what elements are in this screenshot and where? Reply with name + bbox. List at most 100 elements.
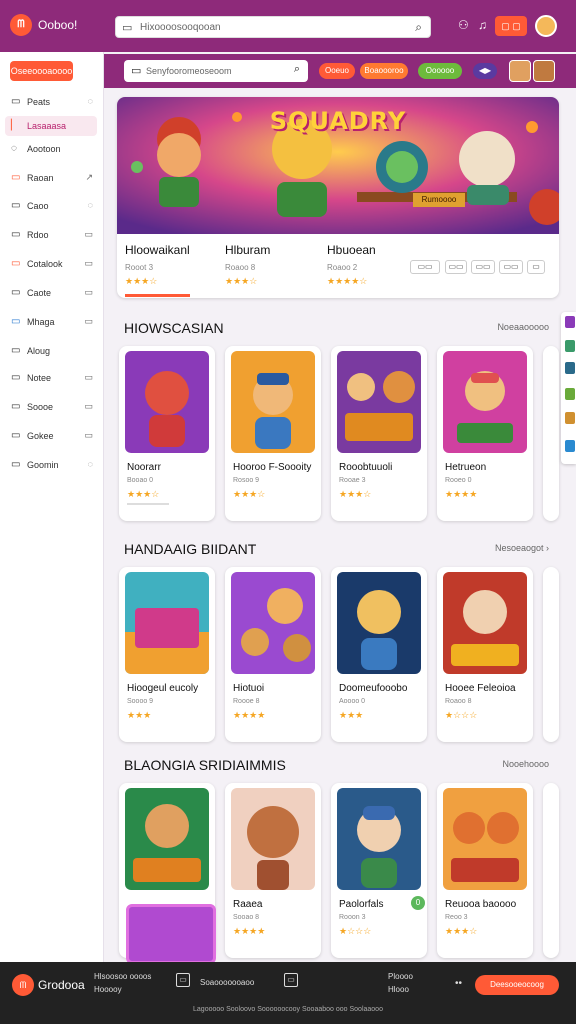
game-card[interactable]: Hooee Feleoioa Roaoo 8 ★☆☆☆ bbox=[437, 567, 533, 742]
sidebar-item-caote[interactable]: ▭ Caote ▭ bbox=[5, 283, 97, 303]
side-shortcut-panel[interactable] bbox=[561, 312, 576, 464]
see-more-link[interactable]: Nesoeaogot › bbox=[495, 543, 549, 553]
sidebar-item-label: Caote bbox=[27, 288, 52, 298]
footer-cta-button[interactable]: Deesooeocoog bbox=[475, 975, 559, 995]
sidebar-item-label: Lasaaasa bbox=[27, 121, 67, 131]
featured-action-button[interactable]: ▭▭ bbox=[410, 260, 440, 274]
more-icon[interactable]: •• bbox=[455, 978, 462, 989]
featured-action-button[interactable]: ▭▭ bbox=[471, 260, 495, 274]
sidebar-item-goomin[interactable]: ▭ Goomin ◌ bbox=[5, 455, 97, 475]
footer-logo[interactable]: ᗰ bbox=[12, 974, 34, 996]
chevron-icon: ▭ bbox=[84, 430, 93, 440]
sidebar-item-cotalook[interactable]: ▭ Cotalook ▭ bbox=[5, 254, 97, 274]
game-card[interactable]: Noorarr Booao 0 ★★★☆ bbox=[119, 346, 215, 521]
game-card[interactable]: Hooroo F-Soooity Rosoo 9 ★★★☆ bbox=[225, 346, 321, 521]
game-card[interactable]: Doomeufooobo Aoooo 0 ★★★ bbox=[331, 567, 427, 742]
magnifier-icon[interactable]: ⌕ bbox=[294, 63, 300, 76]
content-search-input[interactable]: ▭ Senyfooromeoseoom ⌕ bbox=[124, 60, 308, 82]
game-subtitle: Reoo 3 bbox=[445, 914, 468, 921]
featured-action-button[interactable]: ▭▭ bbox=[445, 260, 467, 274]
phone-icon[interactable]: ▭ bbox=[284, 973, 298, 987]
rating-stars: ★★★★☆ bbox=[327, 276, 368, 286]
store-icon[interactable]: ▭ bbox=[176, 973, 190, 987]
game-card[interactable]: Rooobtuuoli Rooae 3 ★★★☆ bbox=[331, 346, 427, 521]
sidebar-item-raoan[interactable]: ▭ Raoan ↗ bbox=[5, 168, 97, 188]
folder-icon: ▭ bbox=[11, 96, 21, 107]
game-card[interactable]: Raaea Sooao 8 ★★★★ bbox=[225, 783, 321, 958]
game-subtitle: Roaoo 8 bbox=[445, 698, 472, 705]
sidebar-item-gokee[interactable]: ▭ Gokee ▭ bbox=[5, 426, 97, 446]
app-name: Ooboo! bbox=[38, 18, 78, 32]
shortcut-icon[interactable] bbox=[565, 362, 575, 374]
sidebar-item-rdoo[interactable]: ▭ Rdoo ▭ bbox=[5, 225, 97, 245]
game-title: Rooobtuuoli bbox=[339, 462, 393, 473]
top-action-button[interactable]: ▢ ▢ bbox=[495, 16, 527, 36]
featured-item-sub: Rooot 3 bbox=[125, 263, 154, 272]
sidebar-item-mhaga[interactable]: ▭ Mhaga ▭ bbox=[5, 312, 97, 332]
featured-banner[interactable]: SQUADRY Rumoooo Hloowaikanl Rooot 3 ★★★☆ H… bbox=[117, 97, 559, 298]
sidebar-item-label: Caoo bbox=[27, 201, 49, 211]
featured-item[interactable]: Hloowaikanl Rooot 3 ★★★☆ bbox=[125, 243, 225, 287]
sidebar-item-aloug[interactable]: ▭ Aloug bbox=[5, 341, 97, 361]
featured-item[interactable]: Hlburam Roaoo 8 ★★★☆ bbox=[225, 243, 325, 287]
filter-chip[interactable]: Ooeuo bbox=[319, 63, 355, 79]
avatar[interactable] bbox=[535, 15, 557, 37]
shortcut-icon[interactable] bbox=[565, 316, 575, 328]
game-card-partial[interactable] bbox=[543, 346, 559, 521]
sidebar-item-peats[interactable]: ▭ Peats ◌ bbox=[5, 92, 97, 112]
lock-icon: ▭ bbox=[84, 258, 93, 268]
copyright-text: Lagooooo Sooloovo Soooooocooy Sooaaboo o… bbox=[193, 1006, 383, 1013]
app-logo[interactable]: ᗰ bbox=[10, 14, 32, 36]
featured-action-button[interactable]: ▭ bbox=[527, 260, 545, 274]
footer-text: Hooooy bbox=[94, 985, 122, 994]
sidebar-button[interactable]: Oseeoooaoooo bbox=[10, 61, 73, 81]
shortcut-icon[interactable] bbox=[565, 388, 575, 400]
rating-stars: ★★★☆ bbox=[233, 489, 266, 499]
featured-action-button[interactable]: ▭▭ bbox=[499, 260, 523, 274]
game-card[interactable]: Hiotuoi Roooe 8 ★★★★ bbox=[225, 567, 321, 742]
game-card-partial[interactable] bbox=[543, 567, 559, 742]
arrow-icon: ↗ bbox=[85, 172, 93, 182]
calendar-icon: ▭ bbox=[11, 258, 21, 269]
game-card[interactable]: Reuooa baoooo Reoo 3 ★★★☆ bbox=[437, 783, 533, 958]
sidebar-item-label: Raoan bbox=[27, 173, 54, 183]
shortcut-icon[interactable] bbox=[565, 340, 575, 352]
lock-icon: ▭ bbox=[84, 287, 93, 297]
game-section: HANDAAIG BIIDANT Nesoeaogot › Hioogeul e… bbox=[117, 536, 559, 742]
see-more-link[interactable]: Nooehoooo bbox=[502, 759, 549, 769]
sidebar-item-soooe[interactable]: ▭ Soooe ▭ bbox=[5, 397, 97, 417]
filter-chip[interactable]: Boaoooroo bbox=[360, 63, 408, 79]
search-placeholder: Senyfooromeoseoom bbox=[146, 66, 232, 76]
sidebar-item-active[interactable]: ▏ Lasaaasa bbox=[5, 116, 97, 136]
sidebar-item-label: Goomin bbox=[27, 460, 59, 470]
sidebar-item-caoo[interactable]: ▭ Caoo ◌ bbox=[5, 196, 97, 216]
filter-chip[interactable]: ◀▶ bbox=[473, 63, 497, 79]
game-card[interactable]: Paolorfals Rooon 3 ★☆☆☆ 0 bbox=[331, 783, 427, 958]
game-thumbnail-extra[interactable] bbox=[126, 904, 216, 964]
filter-chip[interactable]: Oooooo bbox=[418, 63, 462, 79]
search-input[interactable]: ▭ Hixoooosooqooan ⌕ bbox=[115, 16, 431, 38]
game-card[interactable]: Hetrueon Rooeo 0 ★★★★ bbox=[437, 346, 533, 521]
shortcut-icon[interactable] bbox=[565, 440, 575, 452]
featured-item-title: Hbuoean bbox=[327, 243, 376, 257]
game-thumbnail bbox=[443, 788, 527, 890]
shortcut-icon[interactable] bbox=[565, 412, 575, 424]
rating-stars: ★★★☆ bbox=[339, 489, 372, 499]
game-card[interactable]: Hioogeul eucoly Soooo 9 ★★★ bbox=[119, 567, 215, 742]
rating-stars: ★★★☆ bbox=[225, 276, 258, 286]
rating-stars: ★☆☆☆ bbox=[445, 710, 478, 720]
sidebar-item-notee[interactable]: ▭ Notee ▭ bbox=[5, 368, 97, 388]
game-card-partial[interactable] bbox=[543, 783, 559, 958]
magnifier-icon[interactable]: ⌕ bbox=[415, 20, 422, 35]
friend-avatar[interactable] bbox=[509, 60, 531, 82]
folder-icon: ▭ bbox=[11, 372, 21, 383]
bell-icon[interactable]: ♫ bbox=[478, 18, 487, 32]
see-more-link[interactable]: Noeaaooooo bbox=[497, 322, 549, 332]
active-marker-icon: ▏ bbox=[11, 120, 19, 131]
sidebar-item-aootoon[interactable]: ◌ Aootoon bbox=[5, 139, 97, 159]
game-section: HIOWSCASIAN Noeaaooooo Noorarr Booao 0 ★… bbox=[117, 315, 559, 521]
game-subtitle: Rooon 3 bbox=[339, 914, 366, 921]
user-icon[interactable]: ⚇ bbox=[458, 18, 469, 32]
game-subtitle: Rosoo 9 bbox=[233, 477, 260, 484]
friend-avatar[interactable] bbox=[533, 60, 555, 82]
